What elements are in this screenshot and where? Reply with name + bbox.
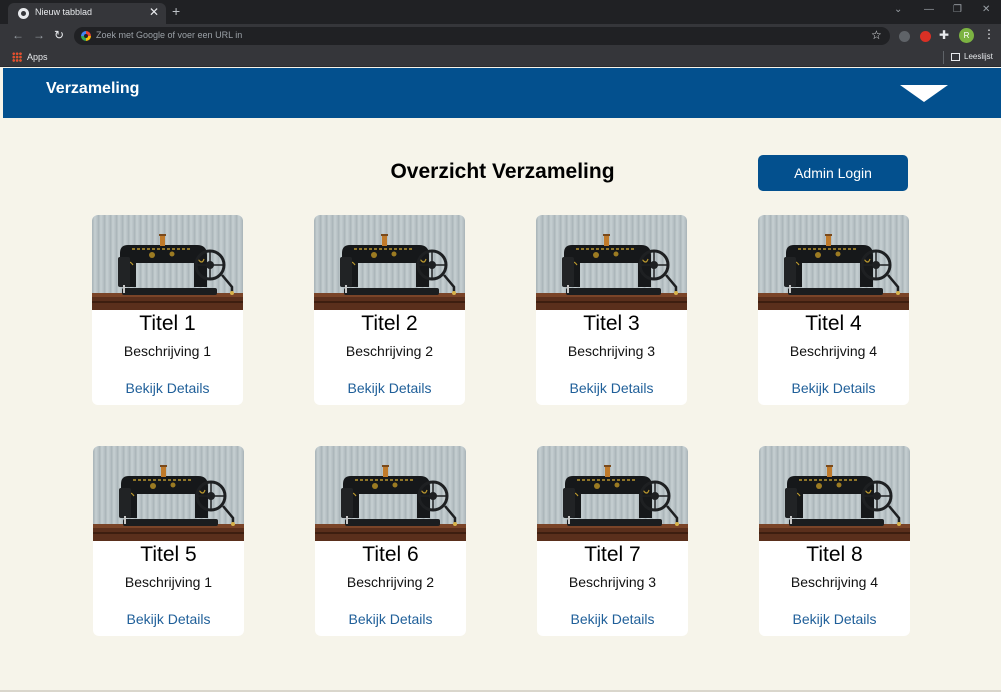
view-details-link[interactable]: Bekijk Details — [93, 611, 244, 627]
forward-icon[interactable]: → — [33, 28, 45, 42]
view-details-link[interactable]: Bekijk Details — [759, 611, 910, 627]
view-details-link[interactable]: Bekijk Details — [536, 380, 687, 396]
menu-toggle-triangle-icon[interactable] — [900, 85, 948, 102]
sewing-machine-image — [315, 446, 466, 541]
sewing-machine-image — [314, 215, 465, 310]
card-description: Beschrijving 4 — [789, 343, 878, 359]
sewing-machine-image — [759, 446, 910, 541]
card-title: Titel 6 — [362, 543, 419, 566]
profile-avatar[interactable]: R — [959, 28, 974, 43]
collection-card: Titel 1 Beschrijving 1 Bekijk Details — [92, 215, 243, 405]
card-description: Beschrijving 2 — [345, 343, 434, 359]
reading-list-icon[interactable] — [951, 53, 960, 61]
view-details-link[interactable]: Bekijk Details — [315, 611, 466, 627]
sewing-machine-image — [92, 215, 243, 310]
address-bar[interactable]: Zoek met Google of voer een URL in ☆ — [74, 27, 890, 45]
sewing-machine-image — [536, 215, 687, 310]
collection-card: Titel 3 Beschrijving 3 Bekijk Details — [536, 215, 687, 405]
card-title: Titel 5 — [140, 543, 197, 566]
card-description: Beschrijving 2 — [346, 574, 435, 590]
browser-toolbar: ← → ↻ Zoek met Google of voer een URL in… — [0, 24, 1001, 48]
apps-grid-icon[interactable] — [12, 52, 22, 62]
bookmarks-divider — [943, 51, 944, 64]
collection-card: Titel 2 Beschrijving 2 Bekijk Details — [314, 215, 465, 405]
collection-card: Titel 8 Beschrijving 4 Bekijk Details — [759, 446, 910, 636]
minimize-icon[interactable]: — — [924, 4, 934, 15]
card-description: Beschrijving 3 — [568, 574, 657, 590]
card-title: Titel 1 — [139, 312, 196, 335]
brand-title[interactable]: Verzameling — [46, 80, 139, 98]
reading-list-button[interactable]: Leeslijst — [964, 52, 993, 61]
new-tab-icon[interactable]: + — [172, 3, 180, 19]
page-title: Overzicht Verzameling — [390, 160, 615, 183]
sewing-machine-image — [93, 446, 244, 541]
card-description: Beschrijving 3 — [567, 343, 656, 359]
back-icon[interactable]: ← — [12, 28, 24, 42]
tab-search-icon[interactable]: ⌄ — [894, 4, 902, 15]
card-title: Titel 2 — [361, 312, 418, 335]
card-description: Beschrijving 1 — [124, 574, 213, 590]
extensions-puzzle-icon[interactable]: ✚ — [939, 28, 949, 42]
sewing-machine-image — [537, 446, 688, 541]
restore-icon[interactable]: ❐ — [953, 4, 962, 15]
close-tab-icon[interactable]: ✕ — [149, 5, 159, 19]
shield-extension-icon[interactable] — [899, 31, 910, 42]
card-title: Titel 3 — [583, 312, 640, 335]
tab-title: Nieuw tabblad — [35, 7, 93, 17]
card-title: Titel 4 — [805, 312, 862, 335]
view-details-link[interactable]: Bekijk Details — [92, 380, 243, 396]
apps-bookmark[interactable]: Apps — [27, 52, 48, 62]
collection-card: Titel 4 Beschrijving 4 Bekijk Details — [758, 215, 909, 405]
close-window-icon[interactable]: ✕ — [982, 4, 990, 15]
card-title: Titel 8 — [806, 543, 863, 566]
bookmark-star-icon[interactable]: ☆ — [871, 28, 882, 42]
collection-card: Titel 7 Beschrijving 3 Bekijk Details — [537, 446, 688, 636]
view-details-link[interactable]: Bekijk Details — [758, 380, 909, 396]
sewing-machine-image — [758, 215, 909, 310]
admin-login-button[interactable]: Admin Login — [758, 155, 908, 191]
view-details-link[interactable]: Bekijk Details — [314, 380, 465, 396]
browser-tab-bar: Nieuw tabblad ✕ + ⌄ — ❐ ✕ — [0, 0, 1001, 24]
view-details-link[interactable]: Bekijk Details — [537, 611, 688, 627]
card-description: Beschrijving 1 — [123, 343, 212, 359]
chrome-favicon-icon — [18, 8, 29, 19]
app-header: Verzameling — [3, 68, 1001, 118]
bookmarks-bar: Apps Leeslijst — [0, 48, 1001, 67]
google-icon — [81, 31, 91, 41]
adblock-extension-icon[interactable] — [920, 31, 931, 42]
browser-tab[interactable]: Nieuw tabblad ✕ — [8, 3, 166, 24]
browser-menu-icon[interactable]: ⋮ — [983, 27, 995, 41]
collection-card: Titel 5 Beschrijving 1 Bekijk Details — [93, 446, 244, 636]
collection-card: Titel 6 Beschrijving 2 Bekijk Details — [315, 446, 466, 636]
card-title: Titel 7 — [584, 543, 641, 566]
address-bar-placeholder: Zoek met Google of voer een URL in — [96, 30, 243, 40]
card-description: Beschrijving 4 — [790, 574, 879, 590]
reload-icon[interactable]: ↻ — [54, 28, 64, 42]
